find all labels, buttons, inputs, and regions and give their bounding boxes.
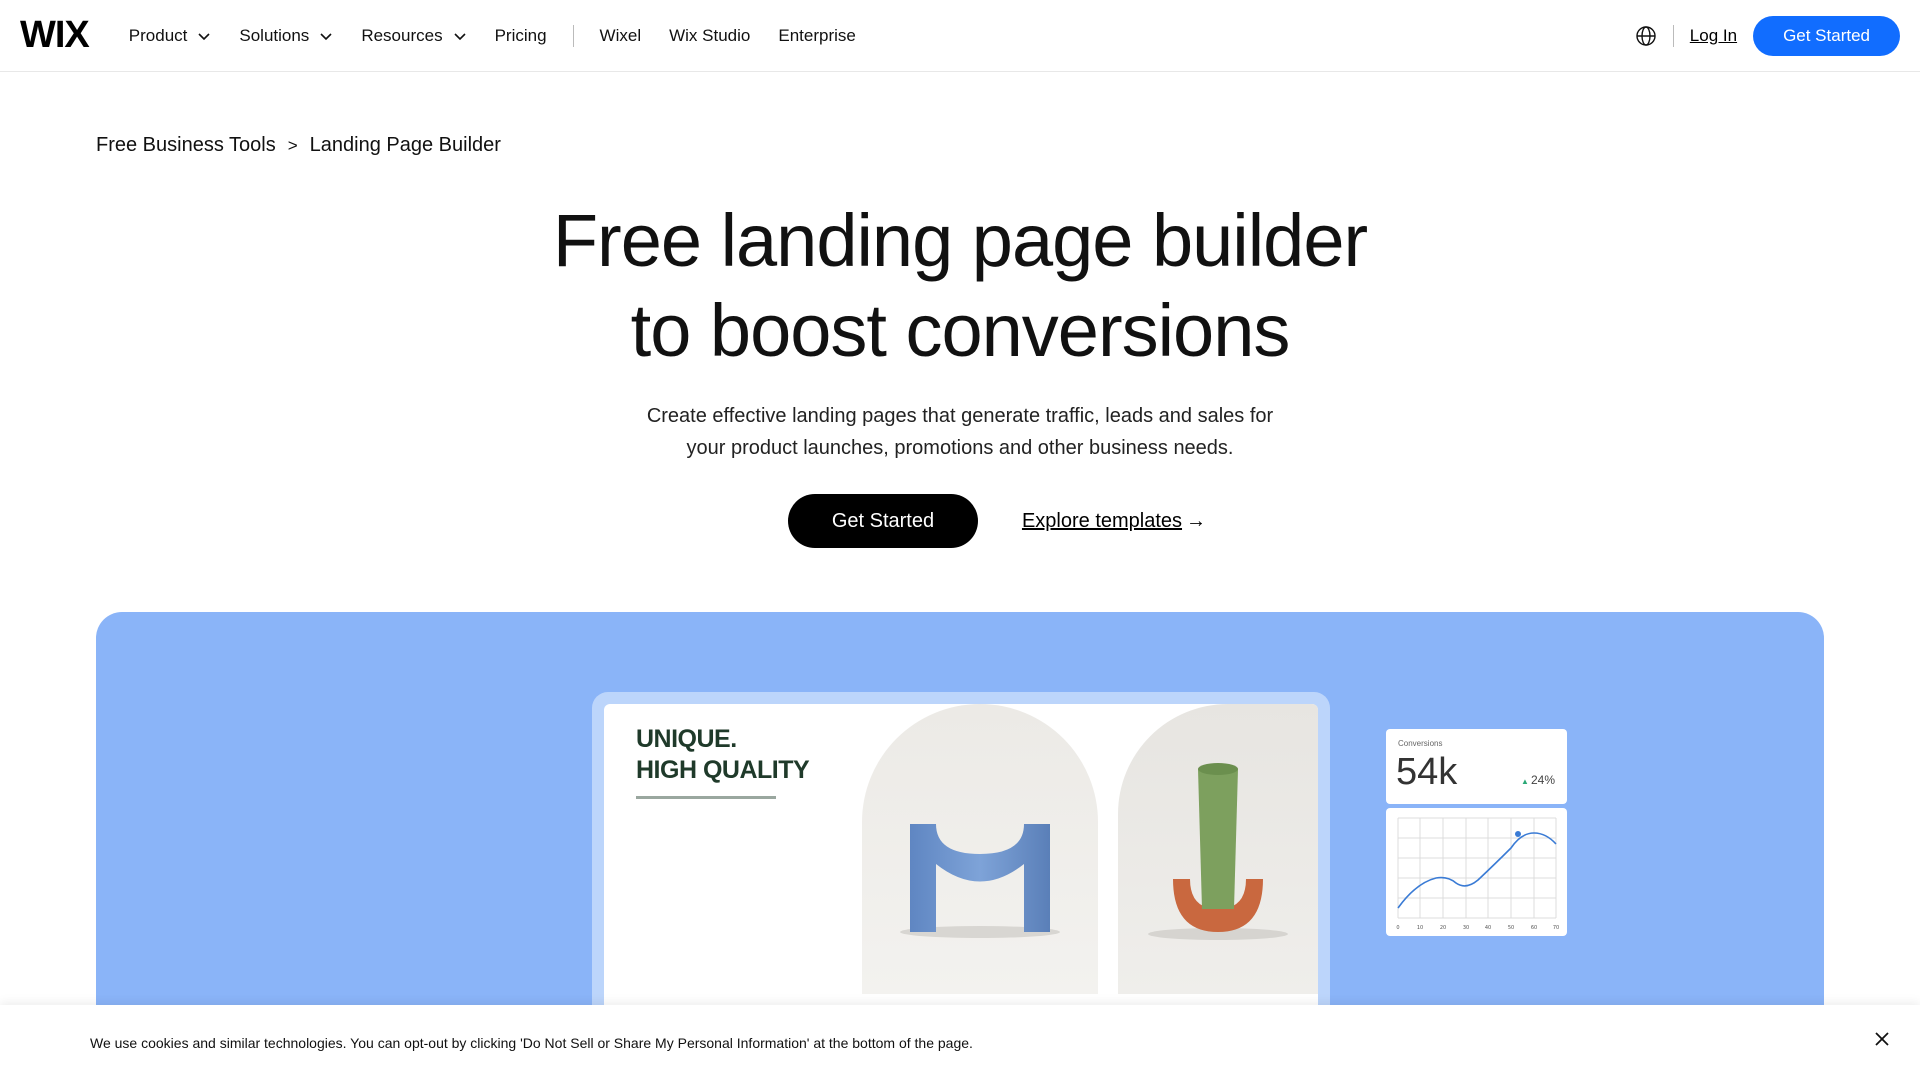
arrow-right-icon: → <box>1186 509 1207 532</box>
cookie-banner: We use cookies and similar technologies.… <box>0 1005 1920 1080</box>
explore-templates-label: Explore templates <box>1021 509 1183 532</box>
preview-tagline-line-1: UNIQUE. <box>636 725 737 753</box>
chart-tick: 10 <box>1417 925 1423 931</box>
chart-tick: 40 <box>1485 925 1491 931</box>
chart-tick: 30 <box>1463 925 1469 931</box>
preview-tagline: UNIQUE. HIGH QUALITY <box>636 724 810 786</box>
wix-logo[interactable]: WIX <box>20 14 90 57</box>
nav-product[interactable]: Product <box>129 26 212 46</box>
nav-solutions-label: Solutions <box>239 25 310 45</box>
nav-divider <box>572 24 574 47</box>
header-get-started-button[interactable]: Get Started <box>1753 15 1900 56</box>
nav-pricing-label: Pricing <box>494 25 547 45</box>
breadcrumb-separator: > <box>287 135 298 155</box>
main-nav: Product Solutions Resources Pricing Wixe… <box>129 24 884 47</box>
chart-highlight-point <box>1515 831 1521 837</box>
header-actions: Log In Get Started <box>1635 15 1900 56</box>
conversions-line-chart: 0 10 20 30 40 50 60 70 <box>1396 817 1559 931</box>
breadcrumb-current: Landing Page Builder <box>309 134 501 156</box>
nav-wixel[interactable]: Wixel <box>600 26 642 46</box>
conversions-stat-card: Conversions 54k ▲ 24% <box>1386 729 1567 804</box>
page-title-line-2: to boost conversions <box>630 289 1291 372</box>
chart-tick: 70 <box>1553 925 1559 931</box>
chart-tick: 60 <box>1531 925 1537 931</box>
trend-up-icon: ▲ <box>1521 777 1529 786</box>
nav-resources-label: Resources <box>361 25 443 45</box>
breadcrumb: Free Business Tools > Landing Page Build… <box>96 134 501 157</box>
stat-label: Conversions <box>1398 739 1443 748</box>
chart-x-ticks: 0 10 20 30 40 50 60 70 <box>1396 925 1559 931</box>
page-title-line-1: Free landing page builder <box>552 199 1368 282</box>
globe-icon[interactable] <box>1635 25 1657 47</box>
nav-solutions[interactable]: Solutions <box>239 26 333 46</box>
vase-graphic <box>1148 763 1288 940</box>
chevron-down-icon <box>320 32 332 40</box>
cookie-message: We use cookies and similar technologies.… <box>90 1034 973 1051</box>
top-navigation: WIX Product Solutions Resources Pricing … <box>0 0 1920 72</box>
m-sculpture-graphic <box>900 824 1060 938</box>
chart-line <box>1397 832 1557 909</box>
stat-value: 54k <box>1396 751 1458 793</box>
hero-subtitle-line-2: your product launches, promotions and ot… <box>686 437 1234 459</box>
nav-enterprise[interactable]: Enterprise <box>778 26 855 46</box>
nav-product-label: Product <box>128 25 188 45</box>
preview-tagline-line-2: HIGH QUALITY <box>636 756 810 784</box>
chart-tick: 50 <box>1508 925 1514 931</box>
chevron-down-icon <box>198 32 210 40</box>
stat-change: ▲ 24% <box>1521 773 1555 787</box>
nav-resources[interactable]: Resources <box>361 26 466 46</box>
hero-cta-row: Get Started Explore templates → <box>0 494 1920 548</box>
page-title: Free landing page builder to boost conve… <box>0 196 1920 376</box>
conversions-chart-card: 0 10 20 30 40 50 60 70 <box>1386 808 1567 936</box>
nav-wixel-label: Wixel <box>599 25 642 45</box>
tagline-underline <box>636 796 776 799</box>
product-image-sculpture <box>862 704 1098 994</box>
nav-pricing[interactable]: Pricing <box>495 26 547 46</box>
hero-get-started-button[interactable]: Get Started <box>787 494 978 548</box>
chart-tick: 0 <box>1396 925 1399 931</box>
nav-enterprise-label: Enterprise <box>778 25 856 45</box>
breadcrumb-parent[interactable]: Free Business Tools <box>96 134 276 157</box>
explore-templates-link[interactable]: Explore templates → <box>1022 510 1206 533</box>
nav-wix-studio-label: Wix Studio <box>669 25 751 45</box>
header-divider <box>1672 24 1674 47</box>
login-link[interactable]: Log In <box>1690 26 1737 46</box>
hero-subtitle: Create effective landing pages that gene… <box>0 400 1920 464</box>
stat-change-value: 24% <box>1530 773 1555 787</box>
chart-tick: 20 <box>1440 925 1446 931</box>
chevron-down-icon <box>454 32 466 40</box>
hero-subtitle-line-1: Create effective landing pages that gene… <box>646 405 1274 427</box>
close-icon[interactable] <box>1870 1027 1894 1051</box>
nav-wix-studio[interactable]: Wix Studio <box>669 26 750 46</box>
product-image-vase <box>1118 704 1318 994</box>
